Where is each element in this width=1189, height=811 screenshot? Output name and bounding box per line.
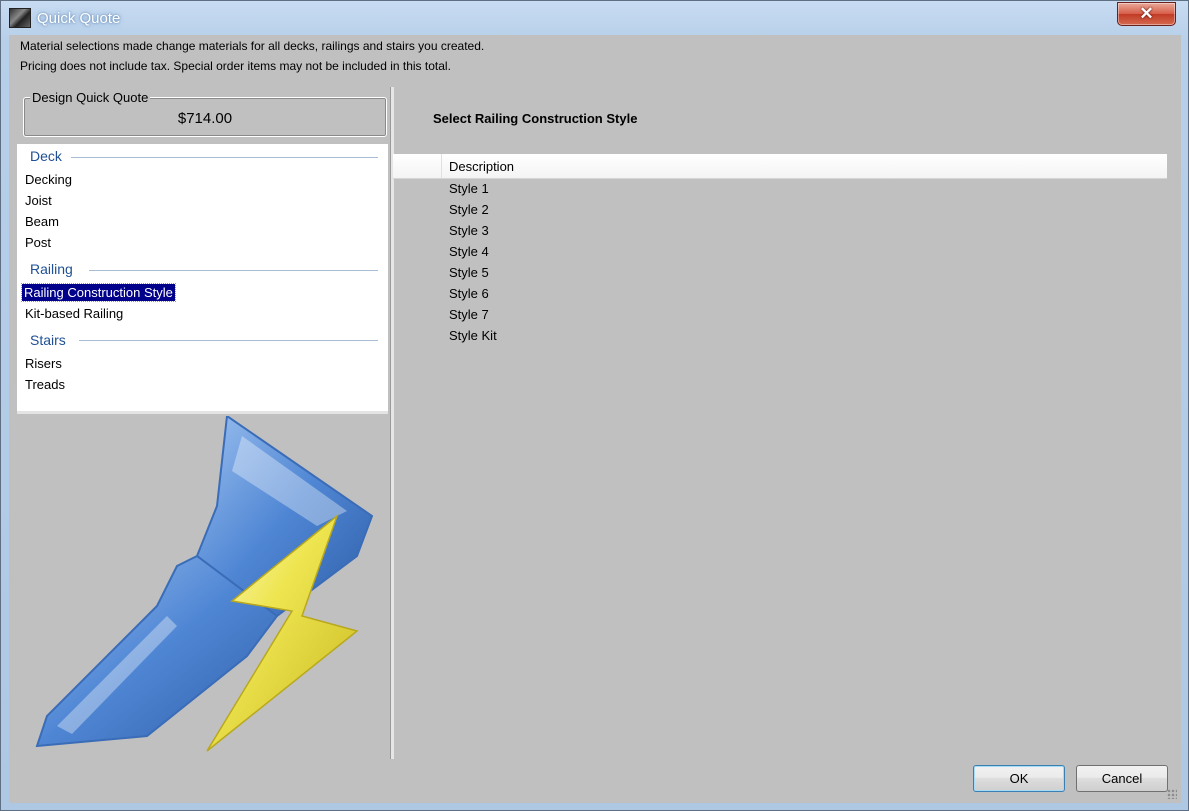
ok-button[interactable]: OK bbox=[973, 765, 1065, 792]
info-line-1: Material selections made change material… bbox=[20, 39, 485, 53]
quote-price: $714.00 bbox=[177, 110, 233, 127]
nav-divider bbox=[89, 270, 378, 271]
nav-item-railing-construction-style[interactable]: Railing Construction Style bbox=[21, 283, 176, 302]
window-title: Quick Quote bbox=[37, 10, 121, 27]
app-icon bbox=[9, 8, 31, 28]
nav-divider bbox=[79, 340, 378, 341]
grid-row-style-5[interactable]: Style 5 bbox=[449, 265, 489, 280]
nav-item-risers[interactable]: Risers bbox=[23, 355, 64, 372]
quote-legend: Design Quick Quote bbox=[30, 90, 151, 105]
grid-row-style-4[interactable]: Style 4 bbox=[449, 244, 489, 259]
grid-header-divider bbox=[441, 154, 442, 178]
grid-row-style-7[interactable]: Style 7 bbox=[449, 307, 489, 322]
grid-row-style-2[interactable]: Style 2 bbox=[449, 202, 489, 217]
grid-row-style-6[interactable]: Style 6 bbox=[449, 286, 489, 301]
nav-item-treads[interactable]: Treads bbox=[23, 376, 67, 393]
close-button[interactable]: ✕ bbox=[1117, 2, 1176, 26]
nav-item-joist[interactable]: Joist bbox=[23, 192, 54, 209]
cancel-button[interactable]: Cancel bbox=[1076, 765, 1168, 792]
nav-header-deck: Deck bbox=[30, 148, 62, 164]
nav-item-beam[interactable]: Beam bbox=[23, 213, 61, 230]
nav-header-stairs: Stairs bbox=[30, 332, 66, 348]
nav-divider bbox=[71, 157, 378, 158]
grid-header: Description bbox=[393, 154, 1167, 179]
info-line-2: Pricing does not include tax. Special or… bbox=[20, 59, 451, 73]
paintbrush-lightning-icon bbox=[17, 414, 389, 756]
material-nav-panel: Deck Decking Joist Beam Post Railing Rai… bbox=[17, 144, 388, 414]
main-heading: Select Railing Construction Style bbox=[433, 111, 638, 126]
panel-splitter[interactable] bbox=[390, 87, 394, 759]
client-area: Material selections made change material… bbox=[9, 35, 1181, 803]
grid-row-style-3[interactable]: Style 3 bbox=[449, 223, 489, 238]
title-bar[interactable]: Quick Quote ✕ bbox=[1, 1, 1188, 35]
nav-item-decking[interactable]: Decking bbox=[23, 171, 74, 188]
grid-row-style-kit[interactable]: Style Kit bbox=[449, 328, 497, 343]
grid-row-style-1[interactable]: Style 1 bbox=[449, 181, 489, 196]
resize-grip-icon[interactable] bbox=[1167, 789, 1177, 799]
quick-quote-window: Quick Quote ✕ Material selections made c… bbox=[0, 0, 1189, 811]
nav-item-post[interactable]: Post bbox=[23, 234, 53, 251]
nav-item-kit-based-railing[interactable]: Kit-based Railing bbox=[23, 305, 125, 322]
design-quick-quote-group: Design Quick Quote $714.00 bbox=[23, 90, 387, 137]
column-header-description[interactable]: Description bbox=[449, 159, 514, 174]
nav-header-railing: Railing bbox=[30, 261, 73, 277]
close-icon: ✕ bbox=[1139, 4, 1154, 23]
